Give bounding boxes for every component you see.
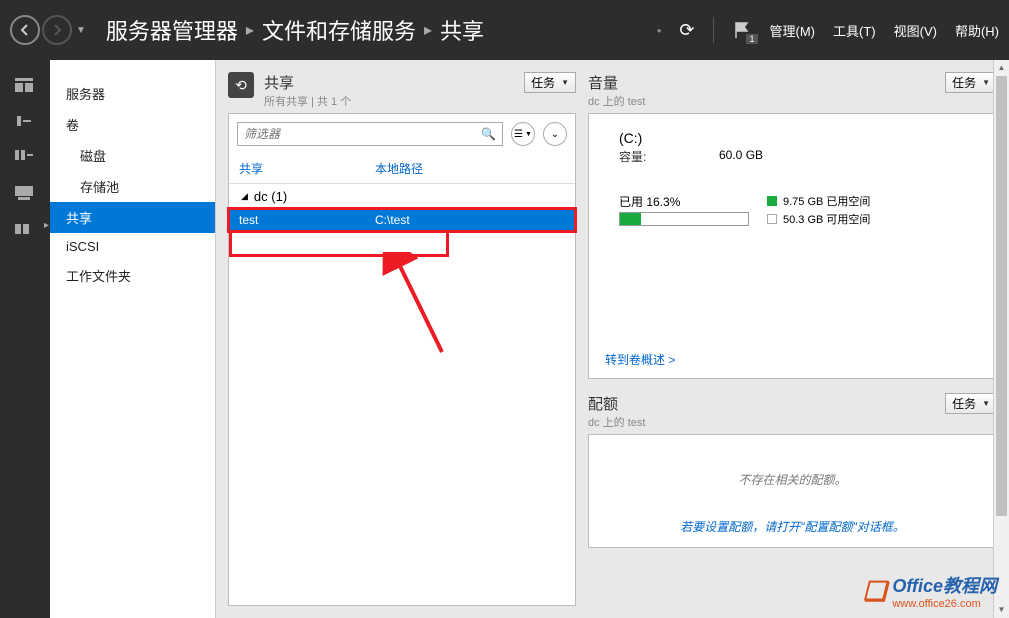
quota-empty-msg: 不存在相关的配额。	[605, 471, 980, 488]
vertical-scrollbar[interactable]: ▲ ▼	[993, 60, 1009, 618]
rail-dashboard-icon[interactable]	[15, 78, 35, 94]
crumb-sep: ▸	[424, 20, 432, 40]
share-row-test[interactable]: test C:\test	[229, 209, 575, 231]
quota-panel-subtitle: dc 上的 test	[588, 414, 645, 430]
nav-panel: 服务器 卷 磁盘 存储池 共享 iSCSI 工作文件夹	[50, 60, 216, 618]
nav-volumes[interactable]: 卷	[50, 109, 215, 140]
capacity-value: 60.0 GB	[719, 148, 763, 165]
icon-rail	[0, 60, 50, 618]
annotation-redbox	[229, 231, 449, 257]
search-icon[interactable]: 🔍	[481, 127, 496, 141]
rail-storage-icon[interactable]	[15, 222, 35, 238]
crumb-root[interactable]: 服务器管理器	[106, 14, 238, 46]
scroll-up-icon[interactable]: ▲	[994, 60, 1009, 76]
cell-share-name: test	[239, 213, 375, 227]
nav-servers[interactable]: 服务器	[50, 78, 215, 109]
legend-free-swatch	[767, 214, 777, 224]
nav-workfolders[interactable]: 工作文件夹	[50, 260, 215, 291]
legend-used-swatch	[767, 196, 777, 206]
notifications-flag[interactable]: 1	[732, 20, 752, 40]
bullet: •	[657, 23, 662, 38]
separator	[713, 17, 714, 43]
menu-view[interactable]: 视图(V)	[894, 21, 937, 40]
goto-volume-link[interactable]: 转到卷概述 >	[605, 351, 675, 368]
share-panel-subtitle: 所有共享 | 共 1 个	[264, 93, 351, 109]
volume-box: (C:) 容量:60.0 GB 已用 16.3% 9.75 GB 已用空间 50…	[588, 113, 997, 379]
rail-all-icon[interactable]	[15, 150, 35, 166]
legend-used: 9.75 GB 已用空间	[783, 193, 870, 209]
collapse-icon: ◢	[241, 191, 248, 202]
filter-input-wrap[interactable]: 🔍	[237, 122, 503, 146]
crumb-service[interactable]: 文件和存储服务	[262, 14, 416, 46]
quota-box: 不存在相关的配额。 若要设置配额，请打开"配置配额"对话框。	[588, 434, 997, 548]
drive-label: (C:)	[619, 130, 980, 146]
breadcrumb: 服务器管理器 ▸ 文件和存储服务 ▸ 共享	[106, 14, 657, 46]
filter-input[interactable]	[244, 127, 481, 141]
used-label: 已用 16.3%	[619, 193, 767, 210]
menu-tools[interactable]: 工具(T)	[833, 21, 876, 40]
nav-shares[interactable]: 共享	[50, 202, 215, 233]
nav-disks[interactable]: 磁盘	[50, 140, 215, 171]
col-share[interactable]: 共享	[239, 160, 375, 177]
quota-tasks-button[interactable]: 任务▼	[945, 393, 997, 414]
refresh-icon[interactable]: ⟳	[679, 20, 694, 41]
share-tasks-button[interactable]: 任务▼	[524, 72, 576, 93]
volume-panel-title: 音量	[588, 72, 645, 93]
breadcrumb-dropdown[interactable]: ▼	[76, 25, 86, 36]
volume-panel-subtitle: dc 上的 test	[588, 93, 645, 109]
usage-bar-fill	[620, 213, 641, 225]
capacity-label: 容量:	[619, 148, 719, 165]
group-row-dc[interactable]: ◢dc (1)	[229, 184, 575, 209]
nav-iscsi[interactable]: iSCSI	[50, 233, 215, 260]
volume-tasks-button[interactable]: 任务▼	[945, 72, 997, 93]
cell-share-path: C:\test	[375, 213, 410, 227]
forward-button	[42, 15, 72, 45]
quota-panel-title: 配额	[588, 393, 645, 414]
quota-config-link[interactable]: 若要设置配额，请打开"配置配额"对话框。	[605, 518, 980, 535]
menu-manage[interactable]: 管理(M)	[770, 21, 816, 40]
watermark-logo-icon: ❏	[863, 576, 886, 607]
col-path[interactable]: 本地路径	[375, 160, 423, 177]
flag-count: 1	[746, 34, 757, 44]
view-options-button[interactable]: ☰▼	[511, 122, 535, 146]
share-icon: ⟲	[228, 72, 254, 98]
crumb-sep: ▸	[246, 20, 254, 40]
grid-header: 共享 本地路径	[229, 154, 575, 184]
nav-pools[interactable]: 存储池	[50, 171, 215, 202]
watermark: ❏ Office教程网 www.office26.com	[863, 572, 997, 610]
scroll-thumb[interactable]	[996, 76, 1007, 516]
expand-button[interactable]: ⌄	[543, 122, 567, 146]
usage-bar	[619, 212, 749, 226]
crumb-shares[interactable]: 共享	[440, 14, 484, 46]
share-list-box: 🔍 ☰▼ ⌄ 共享 本地路径 ◢dc (1) test C:\test	[228, 113, 576, 606]
rail-server-icon[interactable]	[15, 114, 35, 130]
share-panel-title: 共享	[264, 72, 351, 93]
rail-addc-icon[interactable]	[15, 186, 35, 202]
menu-help[interactable]: 帮助(H)	[955, 21, 999, 40]
back-button[interactable]	[10, 15, 40, 45]
legend-free: 50.3 GB 可用空间	[783, 211, 870, 227]
